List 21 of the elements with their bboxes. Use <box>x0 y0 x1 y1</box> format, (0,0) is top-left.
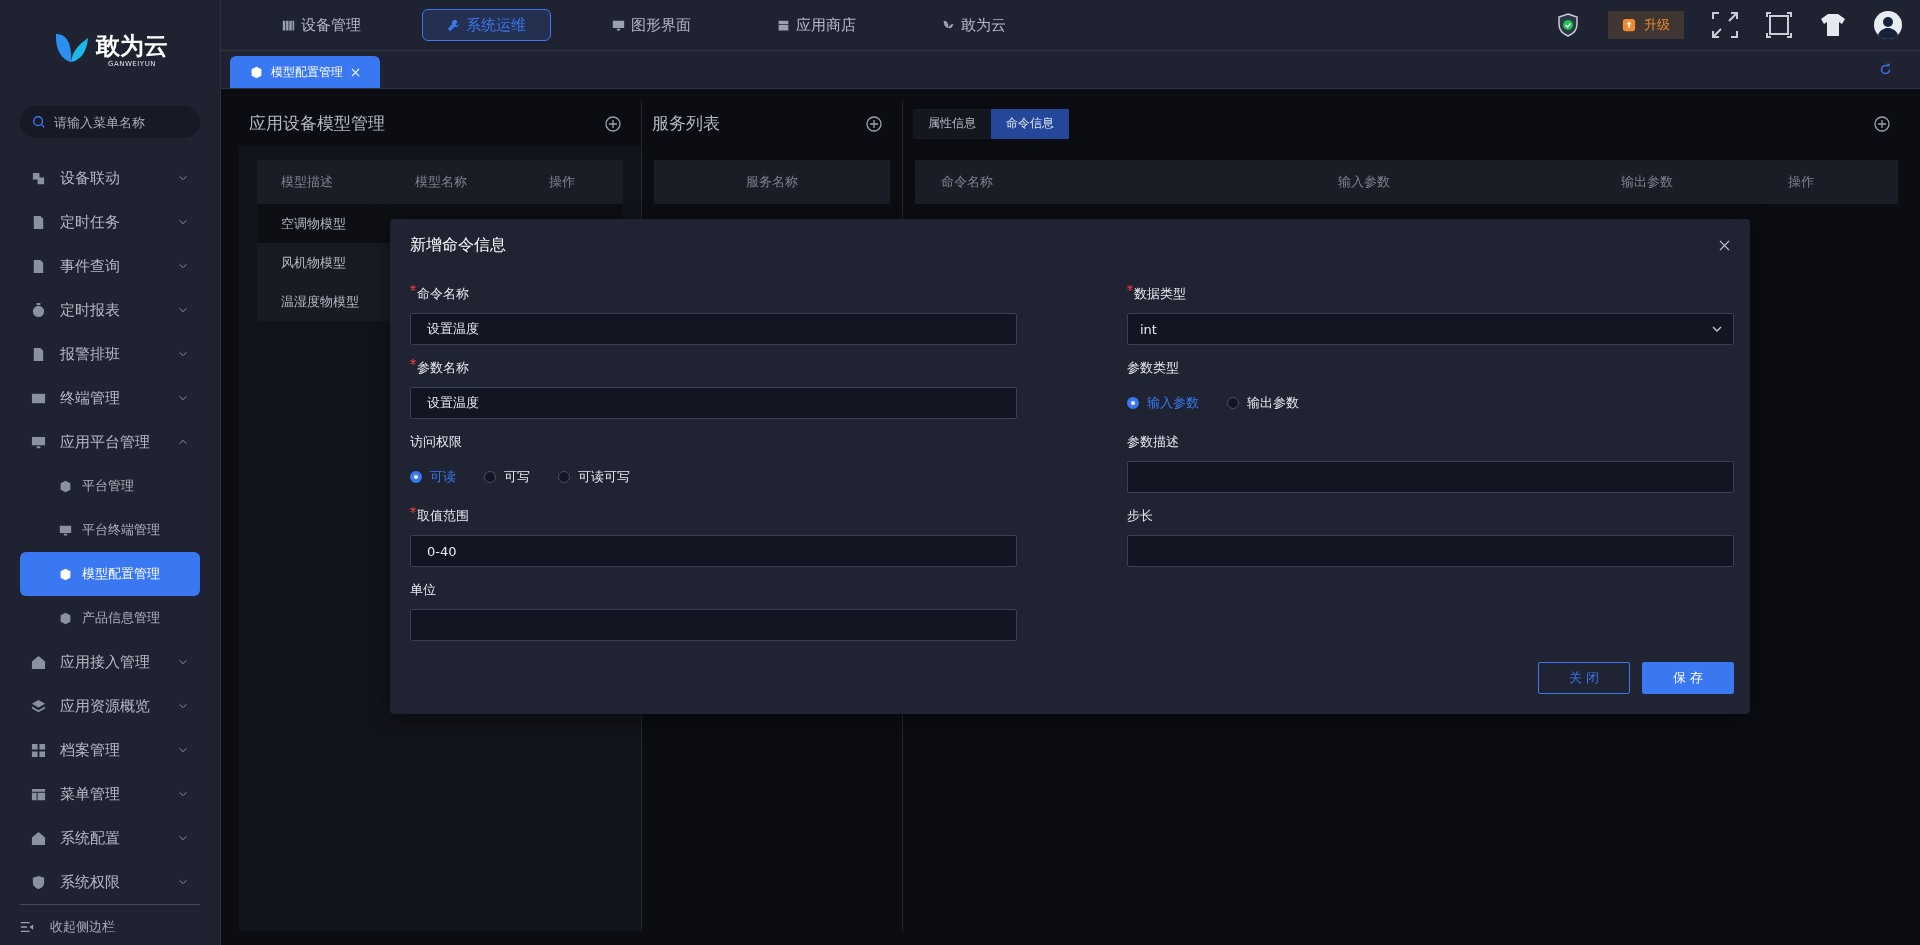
column-header: 模型名称 <box>415 173 468 191</box>
field-label: 数据类型 <box>1134 285 1186 303</box>
field-label: 参数类型 <box>1127 359 1179 377</box>
column-header: 服务名称 <box>746 173 798 191</box>
column-header: 操作 <box>1788 173 1815 191</box>
column-header: 模型描述 <box>281 173 334 191</box>
field-label: 步长 <box>1127 507 1153 525</box>
column-header: 输入参数 <box>1337 173 1392 191</box>
column-header: 输出参数 <box>1619 173 1674 191</box>
field-label: 单位 <box>410 581 436 599</box>
column-header: 命令名称 <box>941 173 994 191</box>
dialog-title: 新增命令信息 <box>410 234 506 256</box>
field-label: 取值范围 <box>417 507 469 525</box>
field-label: 参数名称 <box>417 359 469 377</box>
field-label: 命令名称 <box>417 285 469 303</box>
panel-title: 应用设备模型管理 <box>249 112 385 135</box>
field-label: 参数描述 <box>1127 433 1179 451</box>
column-header: 操作 <box>549 173 576 191</box>
field-label: 访问权限 <box>410 433 462 451</box>
panel-title: 服务列表 <box>652 112 720 135</box>
logo-name: 敢为云 <box>96 32 168 60</box>
